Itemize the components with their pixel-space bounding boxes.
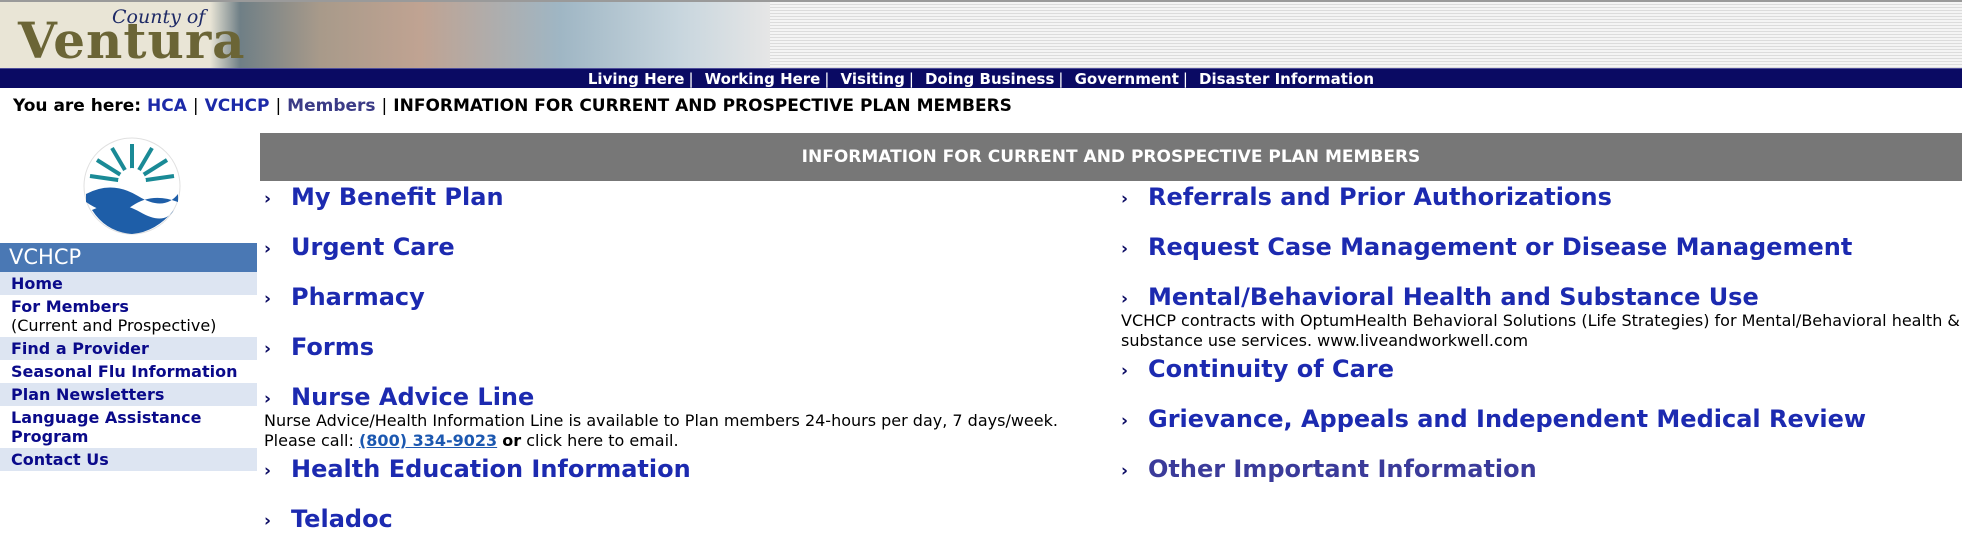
breadcrumb-prefix: You are here: — [13, 96, 142, 116]
nurse-phone-link[interactable]: (800) 334-9023 — [359, 431, 497, 450]
nav-doing-business[interactable]: Doing Business — [925, 70, 1054, 88]
link-my-benefit-plan[interactable]: My Benefit Plan — [291, 183, 504, 211]
page-title: INFORMATION FOR CURRENT AND PROSPECTIVE … — [260, 133, 1962, 181]
chevron-right-icon: › — [264, 189, 272, 209]
chevron-right-icon: › — [264, 289, 272, 309]
nav-disaster-information[interactable]: Disaster Information — [1199, 70, 1374, 88]
main-content: INFORMATION FOR CURRENT AND PROSPECTIVE … — [260, 133, 1962, 533]
breadcrumb-members[interactable]: Members — [287, 96, 375, 116]
list-item: › My Benefit Plan — [260, 183, 1110, 233]
link-nurse-advice-line[interactable]: Nurse Advice Line — [291, 383, 534, 411]
list-item: › Urgent Care — [260, 233, 1110, 283]
link-referrals[interactable]: Referrals and Prior Authorizations — [1148, 183, 1612, 211]
nav-government[interactable]: Government — [1075, 70, 1179, 88]
sidebar-item-for-members[interactable]: For Members (Current and Prospective) — [0, 295, 257, 337]
nav-separator: | — [824, 70, 830, 88]
email-link[interactable]: click here to email. — [526, 431, 678, 450]
link-urgent-care[interactable]: Urgent Care — [291, 233, 455, 261]
sidebar-title: VCHCP — [0, 243, 257, 272]
list-item: › Continuity of Care — [1117, 355, 1962, 405]
list-item: › Referrals and Prior Authorizations — [1117, 183, 1962, 233]
chevron-right-icon: › — [1121, 189, 1129, 209]
nav-visiting[interactable]: Visiting — [841, 70, 905, 88]
link-mental-health[interactable]: Mental/Behavioral Health and Substance U… — [1148, 283, 1759, 311]
sidebar-item-contact-us[interactable]: Contact Us — [0, 448, 257, 471]
chevron-right-icon: › — [1121, 361, 1129, 381]
nav-separator: | — [1058, 70, 1064, 88]
link-grievance-appeals[interactable]: Grievance, Appeals and Independent Medic… — [1148, 405, 1866, 433]
chevron-right-icon: › — [264, 339, 272, 359]
link-continuity-of-care[interactable]: Continuity of Care — [1148, 355, 1394, 383]
nav-living-here[interactable]: Living Here — [588, 70, 685, 88]
chevron-right-icon: › — [1121, 411, 1129, 431]
link-pharmacy[interactable]: Pharmacy — [291, 283, 425, 311]
link-case-management[interactable]: Request Case Management or Disease Manag… — [1148, 233, 1852, 261]
sidebar-item-home[interactable]: Home — [0, 272, 257, 295]
sidebar: VCHCP Home For Members (Current and Prosp… — [0, 133, 257, 471]
sidebar-item-language-assistance[interactable]: Language Assistance Program — [0, 406, 257, 448]
nav-separator: | — [688, 70, 694, 88]
breadcrumb-separator: | — [192, 96, 199, 116]
sidebar-item-newsletters[interactable]: Plan Newsletters — [0, 383, 257, 406]
list-item: › Forms — [260, 333, 1110, 383]
right-link-column: › Referrals and Prior Authorizations › Req… — [1117, 183, 1962, 505]
logo-ventura-text: Ventura — [18, 11, 246, 70]
breadcrumb-separator: | — [275, 96, 282, 116]
chevron-right-icon: › — [1121, 289, 1129, 309]
sidebar-item-label: For Members — [11, 297, 129, 316]
top-navigation: Living Here | Working Here | Visiting | Doi… — [0, 68, 1962, 88]
chevron-right-icon: › — [1121, 239, 1129, 259]
call-prefix: Please call: — [264, 431, 354, 450]
vchcp-seal-icon — [83, 137, 181, 235]
left-link-column: › My Benefit Plan › Urgent Care › Pharmacy … — [260, 183, 1110, 555]
list-item: › Teladoc — [260, 505, 1110, 555]
chevron-right-icon: › — [1121, 461, 1129, 481]
chevron-right-icon: › — [264, 461, 272, 481]
nav-separator: | — [908, 70, 914, 88]
list-item: › Pharmacy — [260, 283, 1110, 333]
sidebar-item-find-provider[interactable]: Find a Provider — [0, 337, 257, 360]
list-item: › Grievance, Appeals and Independent Medi… — [1117, 405, 1962, 455]
nav-working-here[interactable]: Working Here — [705, 70, 821, 88]
county-banner: County of Ventura — [0, 0, 1962, 68]
breadcrumb: You are here: HCA | VCHCP | Members | INFORMAT… — [0, 88, 1962, 119]
list-item: › Mental/Behavioral Health and Substance … — [1117, 283, 1962, 333]
county-logo[interactable]: County of Ventura — [0, 2, 770, 68]
list-item: › Request Case Management or Disease Mana… — [1117, 233, 1962, 283]
link-teladoc[interactable]: Teladoc — [291, 505, 393, 533]
link-other-important-info[interactable]: Other Important Information — [1148, 455, 1537, 483]
chevron-right-icon: › — [264, 239, 272, 259]
list-item: › Nurse Advice Line — [260, 383, 1110, 433]
breadcrumb-vchcp[interactable]: VCHCP — [205, 96, 270, 116]
nav-separator: | — [1182, 70, 1188, 88]
chevron-right-icon: › — [264, 389, 272, 409]
link-forms[interactable]: Forms — [291, 333, 374, 361]
breadcrumb-hca[interactable]: HCA — [147, 96, 187, 116]
list-item: › Health Education Information — [260, 455, 1110, 505]
link-health-education[interactable]: Health Education Information — [291, 455, 691, 483]
breadcrumb-current: INFORMATION FOR CURRENT AND PROSPECTIVE … — [393, 96, 1012, 116]
sidebar-item-flu-info[interactable]: Seasonal Flu Information — [0, 360, 257, 383]
breadcrumb-separator: | — [381, 96, 388, 116]
sidebar-item-note: (Current and Prospective) — [11, 316, 217, 335]
chevron-right-icon: › — [264, 511, 272, 531]
or-text: or — [502, 431, 522, 450]
list-item: › Other Important Information — [1117, 455, 1962, 505]
